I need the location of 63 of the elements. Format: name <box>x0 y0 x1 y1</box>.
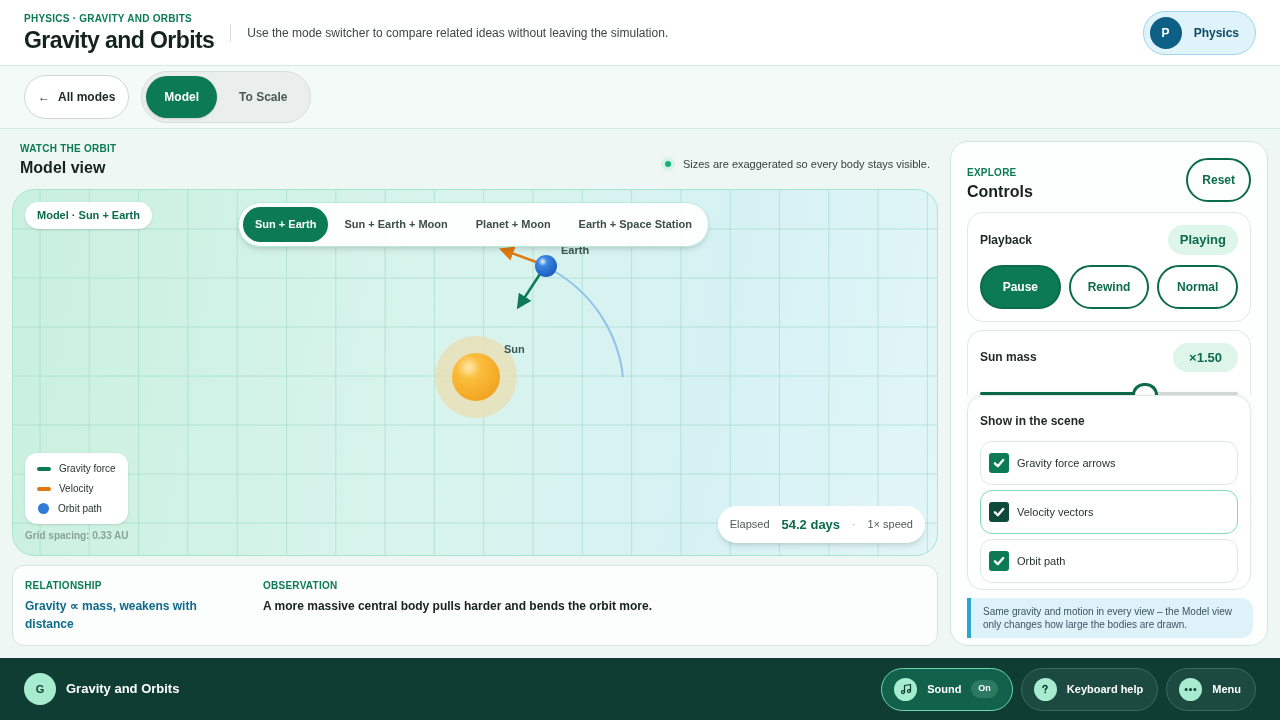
footer-title: Gravity and Orbits <box>66 680 180 699</box>
slider-track[interactable] <box>980 392 1238 395</box>
section-eyebrow: WATCH THE ORBIT <box>20 142 117 156</box>
checkbox[interactable] <box>989 453 1009 473</box>
slider-thumb[interactable] <box>1132 383 1159 395</box>
legend-label: Velocity <box>59 482 94 496</box>
sound-button[interactable]: Sound On <box>881 667 1013 711</box>
separator-dot: · <box>852 517 856 532</box>
elapsed-value: 54.2 days <box>781 515 841 534</box>
checkbox[interactable] <box>989 502 1009 522</box>
sun-mass-reading: ×1.50 <box>1173 342 1238 372</box>
earth-drawing <box>535 255 557 277</box>
legend-label: Orbit path <box>58 502 102 516</box>
sound-badge: On <box>971 680 998 698</box>
body-label: Sun <box>504 342 525 357</box>
speed-label: 1× speed <box>867 517 913 532</box>
option-row[interactable]: Gravity force arrows <box>980 441 1238 485</box>
option-row[interactable]: Orbit path <box>980 539 1238 583</box>
check-icon <box>992 554 1006 568</box>
summary-heading: RELATIONSHIP <box>25 579 103 593</box>
playback-status: Playing <box>1167 225 1238 255</box>
scenario-tab[interactable]: Planet + Moon <box>463 207 563 242</box>
question-mark-icon <box>1033 677 1057 701</box>
scene-tag: Model · Sun + Earth <box>25 202 152 229</box>
legend-label: Gravity force <box>59 462 116 476</box>
option-row[interactable]: Velocity vectors <box>980 490 1238 534</box>
show-title: Show in the scene <box>980 414 1085 428</box>
scene-note: Sizes are exaggerated so every body stays visible. <box>682 156 930 172</box>
header-eyebrow: PHYSICS · GRAVITY AND ORBITS <box>24 11 193 26</box>
app-avatar: G <box>24 673 56 705</box>
section-title: Model view <box>20 158 107 178</box>
scenario-tab[interactable]: Sun + Earth + Moon <box>332 207 460 242</box>
music-note-icon <box>894 677 918 701</box>
hint-note: Same gravity and motion in every view – the Model view only changes how large the bodies are drawn. <box>967 598 1253 638</box>
summary-heading: OBSERVATION <box>263 579 339 593</box>
menu-button[interactable]: Menu <box>1166 667 1256 711</box>
panel-eyebrow: EXPLORE <box>967 166 1018 180</box>
subject-button[interactable]: P Physics <box>1142 10 1256 55</box>
scenario-tab[interactable]: Sun + Earth <box>243 207 329 242</box>
elapsed-label: Elapsed <box>729 517 770 532</box>
playback-label: Playback <box>980 231 1033 249</box>
mode-tab[interactable]: Model <box>146 76 218 118</box>
scenario-tab[interactable]: Earth + Space Station <box>566 207 704 242</box>
header-subtitle: Use the mode switcher to compare related ideas without leaving the simulation. <box>247 24 669 42</box>
mode-tab[interactable]: To Scale <box>221 76 306 118</box>
help-button[interactable]: Keyboard help <box>1020 667 1159 711</box>
playback-button[interactable]: Normal <box>1157 264 1238 309</box>
reset-button[interactable]: Reset <box>1186 158 1251 202</box>
panel-title: Controls <box>967 182 1033 202</box>
summary-text: A more massive central body pulls harder and bends the orbit more. <box>263 598 652 615</box>
all-modes-button[interactable]: ← All modes <box>24 75 130 119</box>
more-icon <box>1179 677 1203 701</box>
sun-mass-label: Sun mass <box>980 349 1037 367</box>
playback-button[interactable]: Pause <box>980 264 1061 309</box>
checkbox[interactable] <box>989 551 1009 571</box>
check-icon <box>992 456 1006 470</box>
subject-avatar: P <box>1149 16 1182 49</box>
app-title: Gravity and Orbits <box>24 25 215 55</box>
gravity-arrow <box>516 273 542 310</box>
playback-button[interactable]: Rewind <box>1068 264 1150 309</box>
grid-note: Grid spacing: 0.33 AU <box>25 529 129 543</box>
summary-text: Gravity ∝ mass, weakens with distance <box>25 598 198 633</box>
check-icon <box>992 505 1006 519</box>
